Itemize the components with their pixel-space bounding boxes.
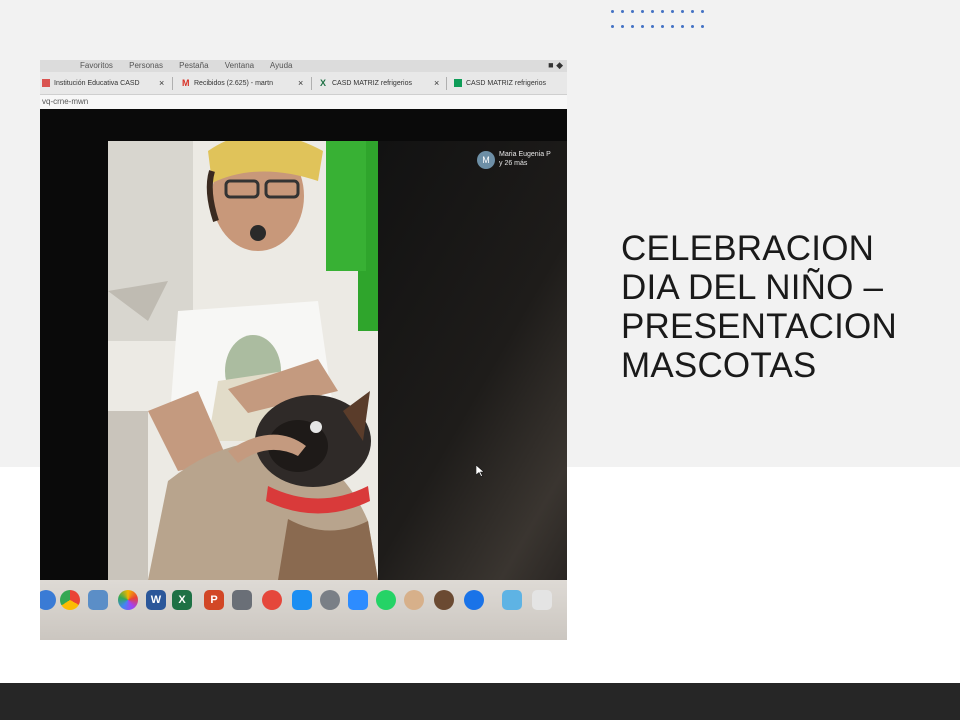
- browser-tab: X CASD MATRIZ refrigerios: [320, 75, 430, 92]
- decorative-dot-grid: [611, 8, 707, 34]
- video-call-area: M Maria Eugenia P y 26 más: [40, 109, 567, 580]
- slide-title-line: DIA DEL NIÑO –: [621, 268, 884, 307]
- decorative-dot: [651, 25, 654, 28]
- zoom-icon[interactable]: [348, 590, 368, 610]
- mac-menu-bar: Favoritos Personas Pestaña Ventana Ayuda…: [40, 60, 567, 72]
- participant-count-text: y 26 más: [499, 160, 528, 167]
- screen-photo: Favoritos Personas Pestaña Ventana Ayuda…: [40, 60, 567, 640]
- decorative-dot: [671, 25, 674, 28]
- menu-item: Favoritos: [80, 61, 113, 70]
- mouse-pointer-icon: [476, 465, 484, 477]
- chrome-icon[interactable]: [60, 590, 80, 610]
- tab-label: Institución Educativa CASD: [54, 80, 140, 87]
- tab-separator: [172, 77, 173, 90]
- whatsapp-icon[interactable]: [376, 590, 396, 610]
- browser-tab: CASD MATRIZ refrigerios: [454, 75, 567, 92]
- mac-dock: W X P: [40, 580, 567, 640]
- preview-icon[interactable]: [88, 590, 108, 610]
- document-icon[interactable]: [532, 590, 552, 610]
- powerpoint-icon[interactable]: P: [204, 590, 224, 610]
- photos-icon[interactable]: [118, 590, 138, 610]
- tab-label: CASD MATRIZ refrigerios: [466, 80, 546, 87]
- excel-icon[interactable]: X: [172, 590, 192, 610]
- slide-title-line: MASCOTAS: [621, 346, 817, 385]
- slide-title-line: CELEBRACION: [621, 229, 875, 268]
- tab-separator: [311, 77, 312, 90]
- window-controls-icon: ■ ◆: [548, 60, 563, 70]
- browser-tab: Institución Educativa CASD: [42, 75, 170, 92]
- institution-favicon-icon: [42, 79, 50, 88]
- close-icon: ×: [434, 78, 440, 88]
- decorative-dot: [691, 25, 694, 28]
- decorative-dot: [691, 10, 694, 13]
- excel-icon: X: [320, 78, 327, 89]
- slide-bottom-bar: [0, 683, 960, 720]
- participant-name-text: Maria Eugenia P: [499, 151, 551, 158]
- folder-icon[interactable]: [502, 590, 522, 610]
- decorative-dot: [631, 25, 634, 28]
- decorative-dot: [681, 10, 684, 13]
- decorative-dot: [651, 10, 654, 13]
- avatar: M: [477, 151, 495, 169]
- app-icon[interactable]: [434, 590, 454, 610]
- slide-title: CELEBRACION DIA DEL NIÑO – PRESENTACION …: [621, 229, 941, 385]
- teamviewer-icon[interactable]: [464, 590, 484, 610]
- decorative-dot: [631, 10, 634, 13]
- tab-label: CASD MATRIZ refrigerios: [332, 80, 412, 87]
- decorative-dot: [661, 10, 664, 13]
- browser-tab-bar: Institución Educativa CASD × M Recibidos …: [40, 72, 567, 95]
- close-icon: ×: [298, 78, 304, 88]
- facetime-icon[interactable]: [232, 590, 252, 610]
- menu-item: Ventana: [224, 61, 255, 70]
- decorative-dot: [621, 25, 624, 28]
- decorative-dot: [611, 10, 614, 13]
- app-store-icon[interactable]: [292, 590, 312, 610]
- slide-title-line: PRESENTACION: [621, 307, 897, 346]
- child-with-dog-video: [108, 141, 378, 580]
- system-preferences-icon[interactable]: [320, 590, 340, 610]
- browser-tab: M Recibidos (2.625) - martn: [182, 75, 300, 92]
- participant-video-tile: [108, 141, 378, 580]
- app-icon[interactable]: [404, 590, 424, 610]
- tab-separator: [446, 77, 447, 90]
- decorative-dot: [681, 25, 684, 28]
- decorative-dot: [621, 10, 624, 13]
- music-icon[interactable]: [262, 590, 282, 610]
- word-icon[interactable]: W: [146, 590, 166, 610]
- menu-item: Personas: [129, 61, 163, 70]
- decorative-dot: [641, 25, 644, 28]
- dark-video-background: [378, 141, 567, 580]
- gmail-icon: M: [182, 78, 190, 89]
- decorative-dot: [701, 10, 704, 13]
- participant-list-badge: M Maria Eugenia P y 26 más: [477, 147, 567, 177]
- tab-label: Recibidos (2.625) - martn: [194, 80, 273, 87]
- decorative-dot: [661, 25, 664, 28]
- decorative-dot: [671, 10, 674, 13]
- close-icon: ×: [159, 78, 165, 88]
- safari-icon[interactable]: [40, 590, 56, 610]
- decorative-dot: [701, 25, 704, 28]
- sheets-icon: [454, 79, 462, 88]
- decorative-dot: [611, 25, 614, 28]
- menu-item: Ayuda: [269, 61, 293, 70]
- participant-name: Maria Eugenia P y 26 más: [499, 150, 551, 168]
- menu-item: Pestaña: [179, 61, 209, 70]
- address-bar: vq-crne-mwn: [40, 95, 567, 109]
- decorative-dot: [641, 10, 644, 13]
